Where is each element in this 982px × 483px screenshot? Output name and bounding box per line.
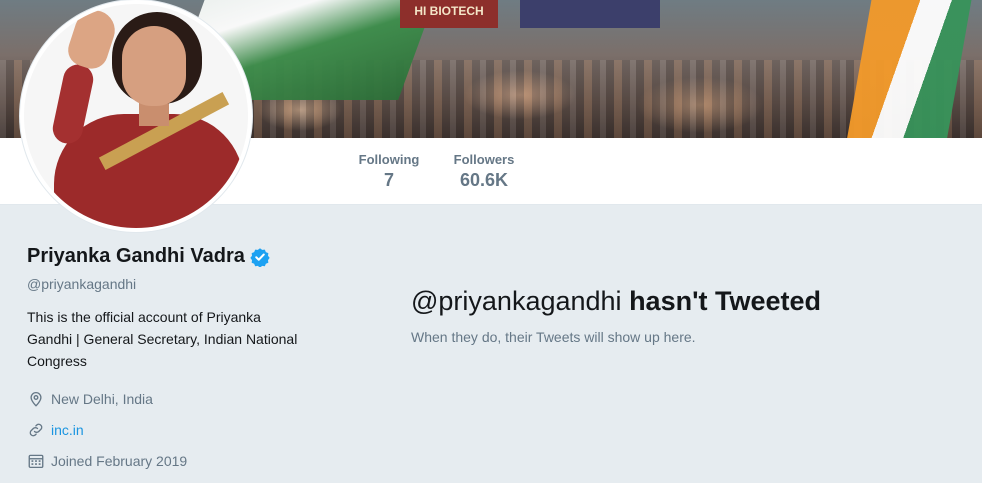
banner-sign-blue <box>520 0 660 28</box>
profile-avatar[interactable] <box>20 0 252 232</box>
profile-name[interactable]: Priyanka Gandhi Vadra <box>27 245 245 268</box>
website-link[interactable]: inc.in <box>51 422 84 438</box>
empty-title-handle: @priyankagandhi <box>411 286 622 316</box>
profile-joined: Joined February 2019 <box>27 450 317 471</box>
empty-timeline: @priyankagandhi hasn't Tweeted When they… <box>411 286 821 345</box>
calendar-icon <box>28 454 44 468</box>
location-pin-icon <box>30 391 42 407</box>
banner-sign-text: HI BIOTECH <box>414 4 484 18</box>
following-label: Following <box>358 152 420 167</box>
verified-badge-icon <box>250 247 270 267</box>
banner-sign: HI BIOTECH <box>400 0 498 28</box>
profile-website: inc.in <box>27 419 317 440</box>
name-row: Priyanka Gandhi Vadra <box>27 245 317 268</box>
location-text: New Delhi, India <box>51 390 153 407</box>
followers-label: Followers <box>453 152 515 167</box>
profile-card: Priyanka Gandhi Vadra @priyankagandhi Th… <box>27 245 317 471</box>
profile-bio: This is the official account of Priyanka… <box>27 309 298 369</box>
profile-location: New Delhi, India <box>27 388 317 409</box>
avatar-face <box>122 26 186 106</box>
link-icon <box>29 423 43 436</box>
followers-count: 60.6K <box>459 170 509 190</box>
followers-stat[interactable]: Followers 60.6K <box>450 152 518 191</box>
empty-timeline-subtitle: When they do, their Tweets will show up … <box>411 329 696 345</box>
empty-title-rest: hasn't Tweeted <box>629 286 822 316</box>
following-count: 7 <box>383 170 394 190</box>
profile-handle[interactable]: @priyankagandhi <box>27 276 317 292</box>
empty-timeline-title: @priyankagandhi hasn't Tweeted <box>411 286 821 317</box>
avatar-photo <box>24 4 248 228</box>
joined-date: Joined February 2019 <box>51 452 188 469</box>
following-stat[interactable]: Following 7 <box>357 152 421 191</box>
